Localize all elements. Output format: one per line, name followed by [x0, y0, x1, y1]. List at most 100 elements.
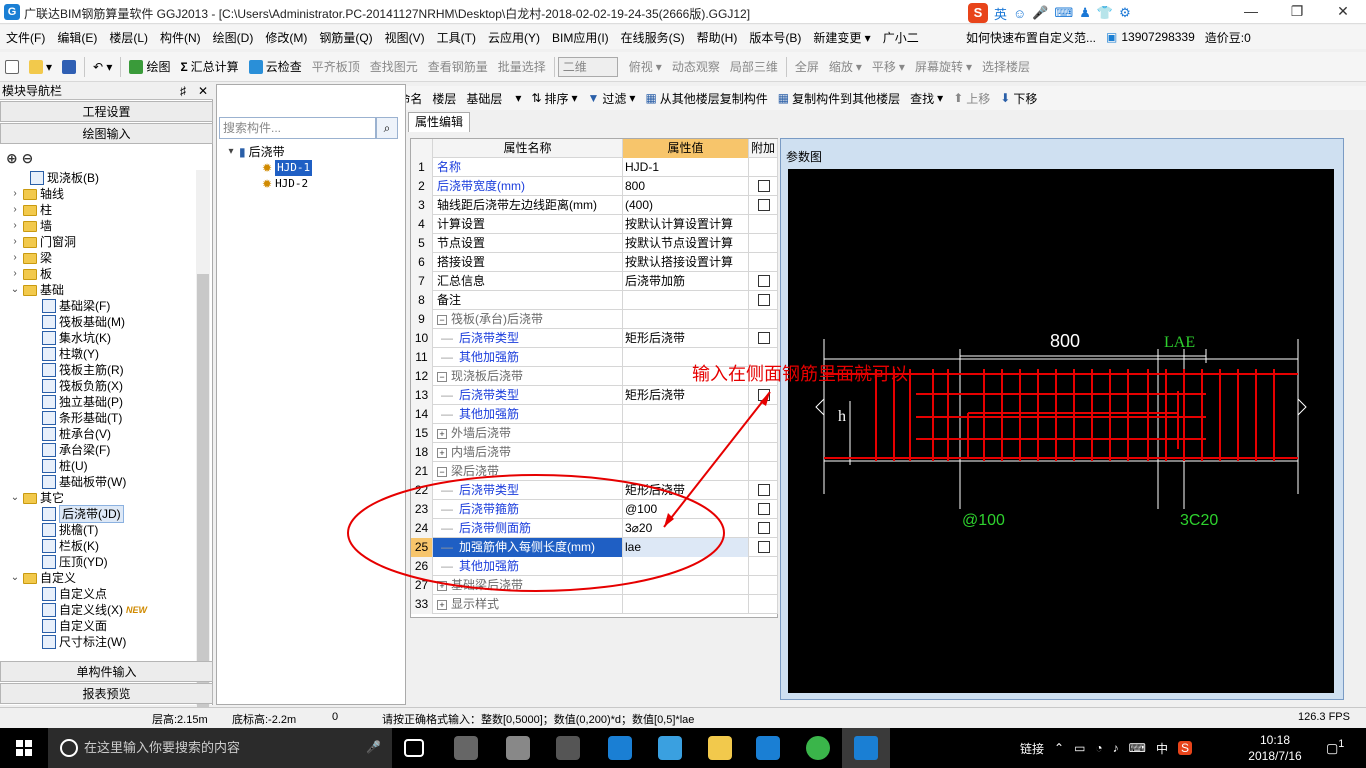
- expand-all-icon[interactable]: ⊕ ⊖: [6, 150, 33, 167]
- zoom-button[interactable]: 缩放 ▾: [824, 58, 867, 75]
- tree-item[interactable]: 筏板基础(M): [42, 314, 125, 330]
- menu-online[interactable]: 在线服务(S): [615, 29, 691, 46]
- taskbar-app-c-icon[interactable]: [556, 736, 580, 760]
- tree-item[interactable]: › 门窗洞: [10, 234, 76, 250]
- view-mode-select[interactable]: 二维: [557, 56, 618, 77]
- col-header-value[interactable]: 属性值: [623, 139, 749, 158]
- property-row[interactable]: 2 后浇带宽度(mm) 800: [411, 177, 778, 196]
- pin-icon[interactable]: ♯: [180, 84, 186, 99]
- menu-version[interactable]: 版本号(B): [743, 29, 807, 46]
- cost-bean[interactable]: 造价豆:0: [1205, 29, 1251, 46]
- property-row[interactable]: 27 + 基础梁后浇带: [411, 576, 778, 595]
- flush-slab-button[interactable]: 平齐板顶: [307, 58, 365, 75]
- local-3d-button[interactable]: 局部三维: [725, 58, 783, 75]
- tree-item[interactable]: › 轴线: [10, 186, 64, 202]
- property-row[interactable]: 7 汇总信息 后浇带加筋: [411, 272, 778, 291]
- tree-item[interactable]: 后浇带(JD): [42, 505, 124, 523]
- extra-checkbox[interactable]: [758, 522, 770, 534]
- orbit-button[interactable]: 动态观察: [667, 58, 725, 75]
- property-value[interactable]: [623, 424, 749, 443]
- view-rebar-button[interactable]: 查看钢筋量: [423, 58, 493, 75]
- save-icon[interactable]: [57, 59, 81, 74]
- pan-button[interactable]: 平移 ▾: [867, 58, 910, 75]
- property-value[interactable]: HJD-1: [623, 158, 749, 177]
- rotate-button[interactable]: 屏幕旋转 ▾: [910, 58, 977, 75]
- expand-icon[interactable]: ›: [10, 266, 20, 282]
- tree-item[interactable]: › 梁: [10, 250, 52, 266]
- menu-view[interactable]: 视图(V): [379, 29, 431, 46]
- open-file-icon[interactable]: ▾: [24, 59, 57, 74]
- windows-start-icon[interactable]: [0, 728, 48, 768]
- taskbar-ie-icon[interactable]: [658, 736, 682, 760]
- tree-item[interactable]: 承台梁(F): [42, 442, 110, 458]
- extra-checkbox[interactable]: [758, 484, 770, 496]
- collapse-icon[interactable]: ⌄: [10, 570, 20, 586]
- ime-mode[interactable]: 英: [994, 4, 1007, 23]
- help-link[interactable]: 如何快速布置自定义范...: [966, 29, 1096, 46]
- property-row[interactable]: 24— 后浇带侧面筋 3⌀20: [411, 519, 778, 538]
- taskbar-explorer-icon[interactable]: [708, 736, 732, 760]
- property-row[interactable]: 18 + 内墙后浇带: [411, 443, 778, 462]
- menu-floor[interactable]: 楼层(L): [103, 29, 154, 46]
- property-row[interactable]: 33 + 显示样式: [411, 595, 778, 614]
- property-row[interactable]: 1 名称 HJD-1: [411, 158, 778, 177]
- extra-checkbox[interactable]: [758, 294, 770, 306]
- copy-from-floor-button[interactable]: ▦ 从其他楼层复制构件: [640, 90, 772, 107]
- property-value[interactable]: [623, 291, 749, 310]
- property-value[interactable]: 后浇带加筋: [623, 272, 749, 291]
- close-panel-icon[interactable]: ✕: [198, 84, 208, 99]
- keyboard-icon[interactable]: ⌨: [1129, 741, 1146, 755]
- property-value[interactable]: [623, 576, 749, 595]
- expand-icon[interactable]: +: [437, 599, 447, 610]
- property-value[interactable]: [623, 557, 749, 576]
- search-icon[interactable]: ⌕: [376, 117, 398, 139]
- property-value[interactable]: 矩形后浇带: [623, 386, 749, 405]
- maximize-button[interactable]: ❐: [1274, 0, 1320, 24]
- property-row[interactable]: 10— 后浇带类型 矩形后浇带: [411, 329, 778, 348]
- property-row[interactable]: 23— 后浇带箍筋 @100: [411, 500, 778, 519]
- col-header-name[interactable]: 属性名称: [433, 139, 623, 158]
- close-button[interactable]: ✕: [1320, 0, 1366, 24]
- taskbar-search-input[interactable]: 在这里输入你要搜索的内容: [48, 728, 392, 768]
- property-value[interactable]: 800: [623, 177, 749, 196]
- find-element-button[interactable]: 查找图元: [365, 58, 423, 75]
- battery-icon[interactable]: ▭: [1074, 741, 1085, 755]
- property-row[interactable]: 21− 梁后浇带: [411, 462, 778, 481]
- tree-item[interactable]: 自定义面: [42, 618, 107, 634]
- property-row[interactable]: 13— 后浇带类型 矩形后浇带: [411, 386, 778, 405]
- ime-indicator[interactable]: 中: [1156, 740, 1168, 757]
- menu-rebar[interactable]: 钢筋量(Q): [313, 29, 378, 46]
- draw-button[interactable]: 绘图: [124, 58, 175, 75]
- component-root[interactable]: ▾ ▮ 后浇带: [226, 144, 284, 160]
- menu-tools[interactable]: 工具(T): [431, 29, 482, 46]
- cloud-check-button[interactable]: 云检查: [244, 58, 307, 75]
- notification-icon[interactable]: ▢1: [1326, 738, 1344, 756]
- extra-checkbox[interactable]: [758, 541, 770, 553]
- link-label[interactable]: 链接: [1020, 740, 1044, 757]
- tray-chevron-icon[interactable]: ⌃: [1054, 741, 1064, 755]
- property-row[interactable]: 9− 筏板(承台)后浇带: [411, 310, 778, 329]
- expand-icon[interactable]: +: [437, 447, 447, 458]
- sogou-tray-icon[interactable]: S: [1178, 741, 1193, 755]
- tree-item[interactable]: 桩承台(V): [42, 426, 111, 442]
- tree-item[interactable]: 柱墩(Y): [42, 346, 99, 362]
- property-row[interactable]: 3 轴线距后浇带左边线距离(mm) (400): [411, 196, 778, 215]
- property-value[interactable]: 矩形后浇带: [623, 481, 749, 500]
- calc-button[interactable]: Σ 汇总计算: [175, 58, 243, 75]
- collapse-icon[interactable]: −: [437, 466, 447, 477]
- extra-checkbox[interactable]: [758, 199, 770, 211]
- sogou-icon[interactable]: S: [968, 3, 988, 23]
- property-row[interactable]: 25— 加强筋伸入每侧长度(mm) lae: [411, 538, 778, 557]
- menu-draw[interactable]: 绘图(D): [207, 29, 260, 46]
- tree-item[interactable]: › 墙: [10, 218, 52, 234]
- property-row[interactable]: 22— 后浇带类型 矩形后浇带: [411, 481, 778, 500]
- copy-to-floor-button[interactable]: ▦ 复制构件到其他楼层: [773, 90, 905, 107]
- tree-item[interactable]: 基础板带(W): [42, 474, 126, 490]
- component-item-hjd1[interactable]: ✹ HJD-1: [262, 160, 313, 176]
- move-up-button[interactable]: ⬆ 上移: [948, 90, 995, 107]
- property-value[interactable]: 矩形后浇带: [623, 329, 749, 348]
- undo-icon[interactable]: ↶ ▾: [88, 60, 117, 74]
- property-value[interactable]: (400): [623, 196, 749, 215]
- mic-icon[interactable]: 🎤: [1032, 5, 1048, 21]
- tree-item[interactable]: 集水坑(K): [42, 330, 111, 346]
